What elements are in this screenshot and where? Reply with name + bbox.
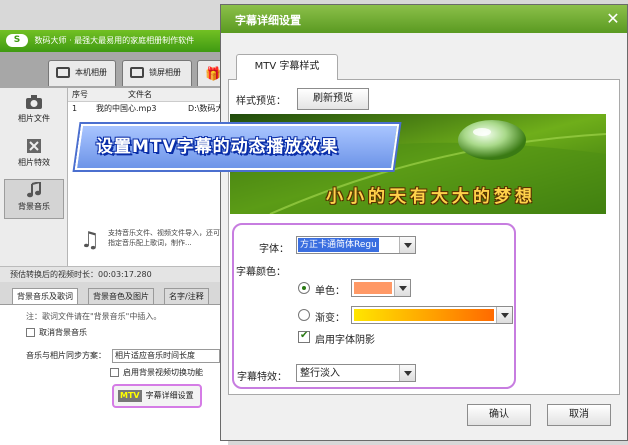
- font-value: 方正卡通简体Regu: [298, 238, 379, 252]
- album-icon: [56, 67, 70, 78]
- cancel-button[interactable]: 取消: [547, 404, 611, 426]
- caption-banner: 设置MTV字幕的动态播放效果: [74, 118, 400, 174]
- font-label: 字体：: [259, 244, 289, 255]
- preview-label: 样式预览：: [236, 96, 286, 107]
- tab-name-notes[interactable]: 名字/注释: [164, 288, 209, 304]
- app-toolbar: 本机相册 锁屏相册 🎁: [0, 52, 228, 88]
- cell-path: D:\数码大: [188, 104, 224, 113]
- tab-lock-screen-album[interactable]: 锁屏相册: [122, 60, 192, 86]
- file-hint: 支持音乐文件、视频文件导入，还可对指定音乐配上歌词，制作...: [108, 229, 227, 247]
- font-shadow-label: 启用字体阴影: [315, 335, 375, 346]
- tab-label: 锁屏相册: [149, 68, 181, 77]
- app-title: 数码大师 · 最强大最易用的家庭相册制作软件: [34, 36, 195, 45]
- font-select[interactable]: 方正卡通简体Regu: [296, 236, 416, 254]
- sidebar-item-label: 相片文件: [18, 114, 50, 123]
- caption-text: 设置MTV字幕的动态播放效果: [96, 137, 339, 157]
- preview-subtitle-text: 小小的天有大大的梦想: [326, 187, 536, 207]
- effect-select[interactable]: 整行淡入: [296, 364, 416, 382]
- dialog-title-bar: 字幕详细设置 ✕: [221, 5, 627, 33]
- music-icon: [27, 182, 41, 198]
- lyrics-note: 注：歌词文件请在"背景音乐"中插入。: [26, 312, 162, 321]
- sidebar-item-label: 背景音乐: [18, 202, 50, 211]
- color-label: 字幕颜色：: [236, 267, 286, 278]
- checkbox-label: 启用背景视频切换功能: [123, 368, 203, 377]
- gradient-color-picker[interactable]: [351, 306, 513, 324]
- tab-music-lyrics[interactable]: 背景音乐及歌词: [12, 288, 78, 304]
- solid-color-swatch: [354, 282, 392, 294]
- lock-screen-icon: [130, 67, 144, 78]
- chevron-down-icon[interactable]: [394, 280, 410, 296]
- video-switch-checkbox[interactable]: [110, 368, 119, 377]
- gradient-color-label: 渐变：: [315, 313, 345, 324]
- subtitle-settings-button[interactable]: MTV 字幕详细设置: [112, 384, 202, 408]
- music-settings-panel: 注：歌词文件请在"背景音乐"中插入。 取消背景音乐 音乐与相片同步方案： 相片适…: [0, 304, 228, 445]
- checkbox-label: 取消背景音乐: [39, 328, 87, 337]
- video-switch-option[interactable]: 启用背景视频切换功能: [110, 367, 203, 378]
- sidebar-item-photos[interactable]: 相片文件: [4, 92, 64, 132]
- cell-index: 1: [72, 104, 78, 113]
- sync-label: 音乐与相片同步方案：: [26, 351, 106, 360]
- sidebar-item-effects[interactable]: 相片特效: [4, 136, 64, 176]
- effect-label: 字幕特效：: [237, 372, 287, 383]
- chevron-down-icon[interactable]: [399, 237, 415, 253]
- solid-color-label: 单色：: [315, 286, 345, 297]
- column-header-index: 序号: [72, 90, 88, 99]
- sync-select[interactable]: 相片适应音乐时间长度: [112, 349, 220, 363]
- tab-local-album[interactable]: 本机相册: [48, 60, 116, 86]
- tab-background-image[interactable]: 背景音色及图片: [88, 288, 154, 304]
- sidebar: 相片文件 相片特效 背景音乐: [0, 88, 68, 266]
- button-label: 字幕详细设置: [145, 391, 194, 400]
- chevron-down-icon[interactable]: [496, 307, 512, 323]
- dialog-title: 字幕详细设置: [235, 14, 301, 27]
- sidebar-item-label: 相片特效: [18, 158, 50, 167]
- chevron-down-icon[interactable]: [399, 365, 415, 381]
- effect-value: 整行淡入: [300, 368, 340, 379]
- solid-color-picker[interactable]: [351, 279, 411, 297]
- cell-filename: 我的中国心.mp3: [96, 104, 157, 113]
- close-icon[interactable]: ✕: [604, 10, 622, 28]
- mtv-badge: MTV: [118, 390, 142, 402]
- cancel-music-checkbox[interactable]: [26, 328, 35, 337]
- refresh-preview-button[interactable]: 刷新预览: [297, 88, 369, 110]
- gradient-color-radio[interactable]: [298, 309, 310, 321]
- duration-estimate: 预估转换后的视频时长：00:03:17.280: [0, 266, 228, 282]
- camera-icon: [26, 95, 42, 109]
- cancel-music-option[interactable]: 取消背景音乐: [26, 327, 87, 338]
- solid-color-radio[interactable]: [298, 282, 310, 294]
- tab-mtv-style[interactable]: MTV 字幕样式: [236, 54, 338, 80]
- effects-icon: [27, 139, 41, 153]
- ok-button[interactable]: 确认: [467, 404, 531, 426]
- column-header-filename: 文件名: [128, 90, 152, 99]
- app-title-bar: S 数码大师 · 最强大最易用的家庭相册制作软件: [0, 30, 228, 52]
- music-note-icon: ♫: [80, 228, 100, 253]
- settings-tabs: 背景音乐及歌词 背景音色及图片 名字/注释: [0, 286, 228, 304]
- gift-icon: 🎁: [205, 67, 222, 82]
- gradient-color-swatch: [354, 309, 494, 321]
- file-list-header: 序号 文件名: [68, 88, 228, 102]
- table-row[interactable]: 1 我的中国心.mp3 D:\数码大: [68, 102, 228, 116]
- font-shadow-checkbox[interactable]: [298, 330, 310, 343]
- sidebar-item-music[interactable]: 背景音乐: [4, 179, 64, 219]
- app-logo: S: [6, 34, 28, 47]
- tab-label: 本机相册: [75, 68, 107, 77]
